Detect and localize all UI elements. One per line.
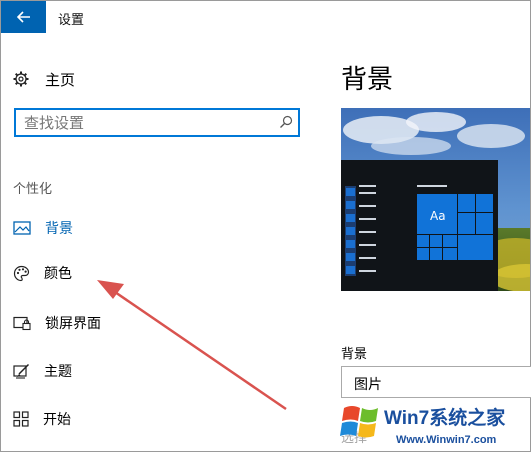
nav-home-label: 主页 (45, 70, 76, 89)
background-setting-label: 背景 (341, 347, 368, 362)
search-input[interactable] (16, 110, 274, 135)
theme-brush-icon (13, 363, 30, 379)
watermark-brand: Win7系统之家 (384, 406, 506, 429)
title-bar: 设置 (1, 1, 530, 33)
section-header: 个性化 (13, 182, 53, 197)
palette-icon (13, 265, 30, 281)
content-pane: 背景 Aa 背景 图片 (321, 33, 531, 451)
nav-home[interactable]: 主页 (13, 67, 75, 91)
preview-tile-text: Aa (430, 209, 446, 223)
gear-icon (13, 71, 29, 87)
sidebar-item-label: 锁屏界面 (45, 316, 101, 332)
background-type-dropdown[interactable]: 图片 (341, 366, 531, 398)
sidebar-item-lock-screen[interactable]: 锁屏界面 (13, 311, 101, 335)
site-watermark: Win7系统之家 Www.Winwin7.com (336, 398, 528, 450)
search-box[interactable] (14, 108, 300, 137)
picture-icon (13, 221, 31, 235)
sidebar-item-themes[interactable]: 主题 (13, 359, 72, 383)
sidebar-item-label: 主题 (44, 364, 72, 380)
watermark-graphic: Win7系统之家 Www.Winwin7.com (336, 398, 528, 450)
lock-screen-icon (13, 316, 31, 330)
start-tiles-icon (13, 411, 29, 427)
sidebar-item-start[interactable]: 开始 (13, 407, 71, 431)
sidebar-item-label: 颜色 (44, 266, 72, 282)
sidebar-item-colors[interactable]: 颜色 (13, 261, 72, 285)
sidebar-item-label: 开始 (43, 412, 71, 428)
preview-image: Aa (341, 108, 530, 291)
page-title: 背景 (341, 65, 394, 95)
back-arrow-icon (16, 11, 30, 23)
background-preview: Aa (341, 108, 530, 291)
background-type-value: 图片 (354, 377, 382, 393)
back-button[interactable] (1, 1, 46, 33)
search-icon[interactable] (279, 115, 293, 129)
navigation-pane: 主页 个性化 背景 颜色 锁屏界面 (1, 33, 321, 451)
watermark-url: Www.Winwin7.com (396, 434, 497, 446)
window-title: 设置 (58, 13, 85, 28)
sidebar-item-label: 背景 (45, 221, 73, 237)
sidebar-item-background[interactable]: 背景 (13, 216, 73, 240)
